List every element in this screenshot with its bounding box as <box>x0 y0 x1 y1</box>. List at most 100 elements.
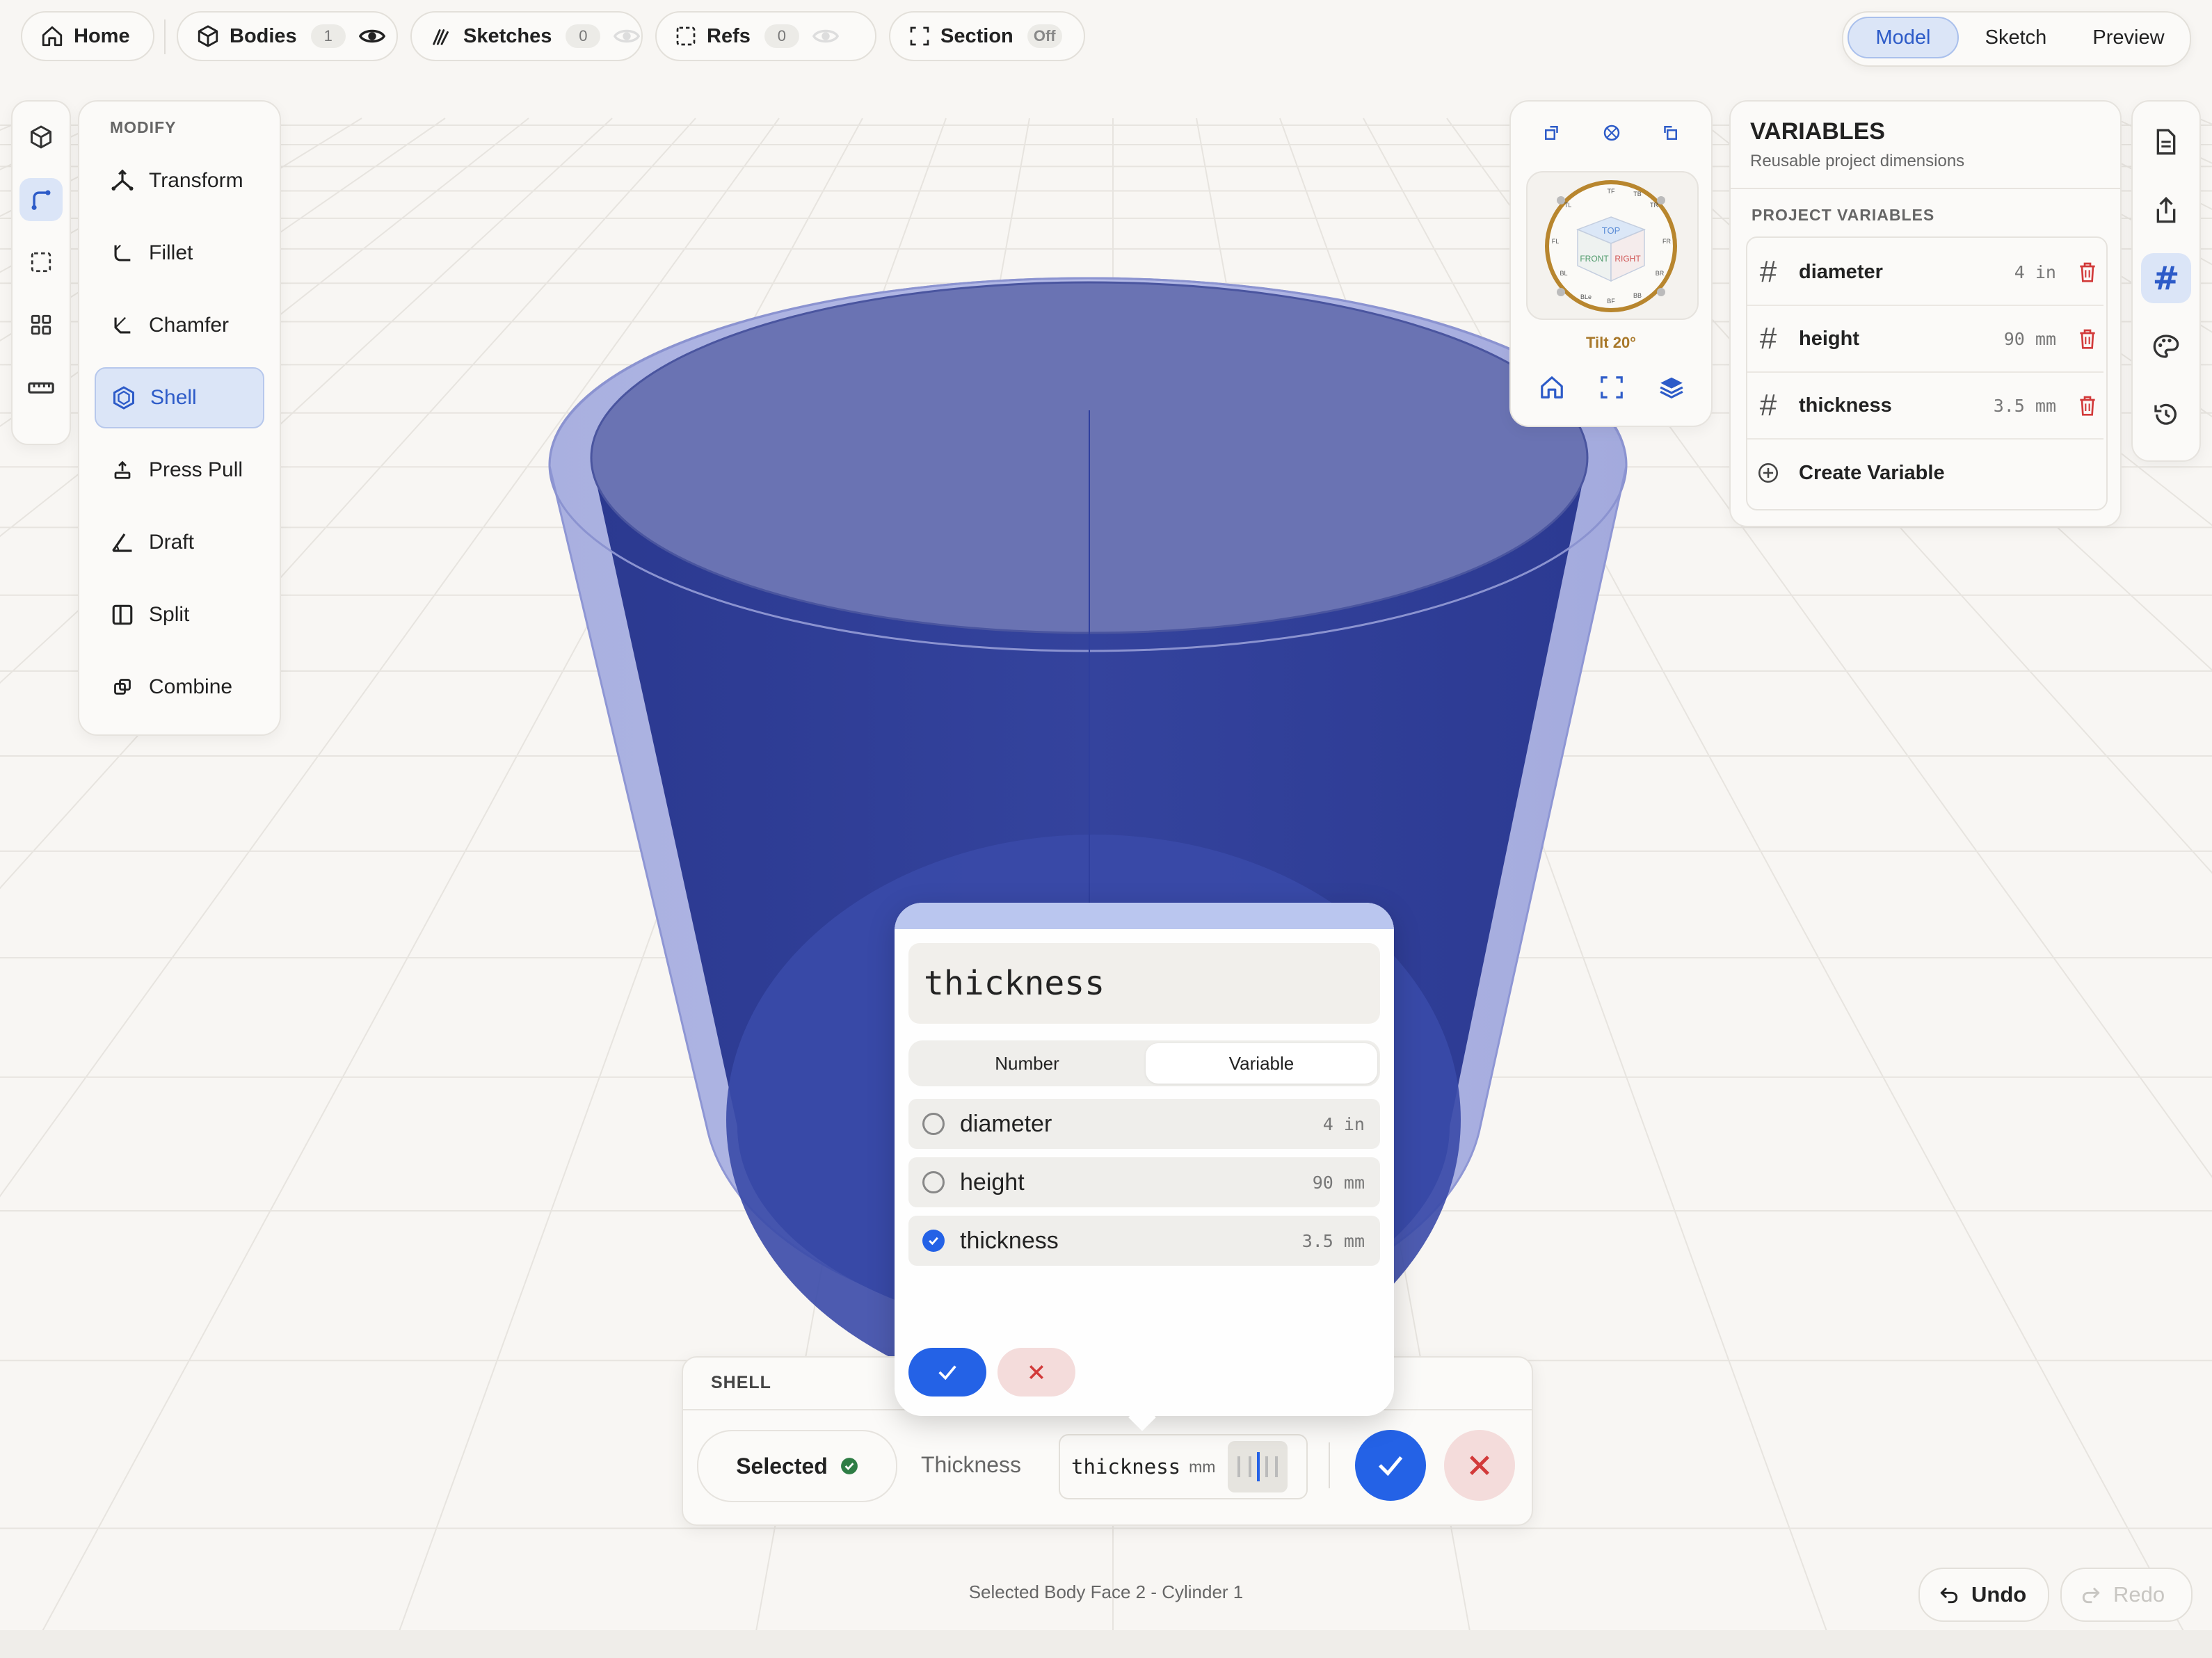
section-label: Section <box>940 24 1013 47</box>
rotate-right-button[interactable] <box>1660 122 1681 143</box>
history-button[interactable] <box>2141 389 2191 440</box>
appearance-button[interactable] <box>2141 321 2191 371</box>
fit-view-icon <box>1598 374 1625 401</box>
create-variable-label: Create Variable <box>1799 461 1945 484</box>
cube-corner-label[interactable]: TB <box>1633 191 1642 198</box>
cube-corner-label[interactable]: TF <box>1608 188 1615 195</box>
cube-handle[interactable] <box>1557 288 1565 296</box>
shell-cancel-button[interactable] <box>1444 1430 1515 1501</box>
shell-confirm-button[interactable] <box>1355 1430 1426 1501</box>
plus-circle-icon <box>1747 461 1789 485</box>
section-state: Off <box>1027 24 1062 48</box>
rail-measure-button[interactable] <box>19 366 63 409</box>
thickness-unit: mm <box>1189 1457 1216 1476</box>
fit-view-button[interactable] <box>1598 374 1625 401</box>
modify-shell-item[interactable]: Shell <box>95 367 264 428</box>
mode-model-tab[interactable]: Model <box>1848 17 1959 58</box>
modify-combine-item[interactable]: Combine <box>95 657 264 718</box>
document-button[interactable] <box>2141 117 2191 167</box>
rotate-left-icon <box>1541 122 1562 143</box>
cube-handle[interactable] <box>1657 288 1665 296</box>
cube-corner-label[interactable]: FR <box>1662 238 1671 245</box>
selection-chip[interactable]: Selected <box>697 1430 897 1502</box>
left-tool-rail <box>11 100 71 445</box>
tab-number[interactable]: Number <box>911 1043 1143 1084</box>
rail-modify-button[interactable] <box>19 178 63 221</box>
cube-corner-label[interactable]: BR <box>1656 270 1665 277</box>
check-icon <box>1375 1449 1406 1481</box>
picker-input[interactable]: thickness <box>908 943 1380 1024</box>
refs-button[interactable]: Refs 0 <box>655 11 876 61</box>
variable-name: thickness <box>1799 394 1892 417</box>
modify-split-item[interactable]: Split <box>95 584 264 645</box>
refs-label: Refs <box>707 24 751 47</box>
palette-icon <box>2152 332 2180 360</box>
undo-button[interactable]: Undo <box>1918 1568 2049 1622</box>
undo-icon <box>1938 1584 1960 1606</box>
variable-row-diameter[interactable]: # diameter 4 in <box>1747 239 2103 306</box>
mode-sketch-tab[interactable]: Sketch <box>1960 17 2071 58</box>
eye-off-icon[interactable] <box>613 26 641 47</box>
variable-toggle[interactable] <box>1228 1441 1288 1492</box>
cube-corner-label[interactable]: BB <box>1633 292 1642 299</box>
cube-corner-label[interactable]: BF <box>1607 298 1615 305</box>
share-button[interactable] <box>2141 185 2191 235</box>
eye-off-icon[interactable] <box>812 26 840 47</box>
eye-icon[interactable] <box>358 26 386 47</box>
picker-confirm-button[interactable] <box>908 1348 986 1397</box>
thickness-input[interactable]: thickness mm <box>1059 1434 1308 1499</box>
rail-create-button[interactable] <box>19 115 63 159</box>
redo-button[interactable]: Redo <box>2060 1568 2193 1622</box>
section-button[interactable]: Section Off <box>889 11 1085 61</box>
mode-switcher: Model Sketch Preview <box>1842 11 2191 67</box>
picker-option-thickness[interactable]: thickness 3.5 mm <box>908 1216 1380 1266</box>
rotate-left-button[interactable] <box>1541 122 1562 143</box>
variable-row-height[interactable]: # height 90 mm <box>1747 306 2103 373</box>
modify-press-pull-item[interactable]: Press Pull <box>95 440 264 501</box>
radio-button[interactable] <box>922 1171 945 1193</box>
check-circle-icon <box>840 1457 858 1475</box>
modify-fillet-item[interactable]: Fillet <box>95 223 264 284</box>
cube-corner-label[interactable]: FL <box>1552 238 1560 245</box>
shell-divider-vertical <box>1329 1442 1330 1488</box>
sketches-label: Sketches <box>463 24 552 47</box>
cube-corner-label[interactable]: BL <box>1560 270 1567 277</box>
trash-icon[interactable] <box>2071 394 2103 417</box>
trash-icon[interactable] <box>2071 328 2103 350</box>
rail-pattern-button[interactable] <box>19 303 63 346</box>
view-cube[interactable]: TOP FRONT RIGHT TF TR FR BR BB BF BL FL … <box>1541 177 1681 316</box>
modify-item-label: Shell <box>150 386 197 409</box>
modify-transform-item[interactable]: Transform <box>95 150 264 211</box>
variable-value: 3.5 mm <box>1993 395 2056 416</box>
picker-option-height[interactable]: height 90 mm <box>908 1157 1380 1207</box>
radio-button-checked[interactable] <box>922 1230 945 1252</box>
create-variable-button[interactable]: Create Variable <box>1747 440 2103 506</box>
orbit-icon <box>1601 122 1622 143</box>
modify-chamfer-item[interactable]: Chamfer <box>95 295 264 356</box>
cube-corner-label[interactable]: BLe <box>1580 293 1592 300</box>
picker-cancel-button[interactable] <box>997 1348 1075 1397</box>
trash-icon[interactable] <box>2071 261 2103 283</box>
sketches-button[interactable]: Sketches 0 <box>410 11 643 61</box>
variable-row-thickness[interactable]: # thickness 3.5 mm <box>1747 373 2103 440</box>
picker-option-diameter[interactable]: diameter 4 in <box>908 1099 1380 1149</box>
radio-button[interactable] <box>922 1113 945 1135</box>
cube-corner-label[interactable]: TL <box>1564 202 1572 209</box>
variables-button[interactable]: # <box>2141 253 2191 303</box>
cube-handle[interactable] <box>1657 196 1665 204</box>
tab-variable[interactable]: Variable <box>1146 1043 1377 1084</box>
variables-panel: VARIABLES Reusable project dimensions PR… <box>1729 100 2122 527</box>
rail-select-button[interactable] <box>19 241 63 284</box>
bodies-button[interactable]: Bodies 1 <box>177 11 398 61</box>
cube-handle[interactable] <box>1557 196 1565 204</box>
cube-corner-label[interactable]: TR <box>1650 202 1658 209</box>
layers-button[interactable] <box>1658 374 1685 401</box>
modify-draft-item[interactable]: Draft <box>95 512 264 573</box>
hash-icon: # <box>1759 255 1777 289</box>
view-home-button[interactable] <box>1539 374 1565 401</box>
orbit-button[interactable] <box>1601 122 1622 143</box>
home-button[interactable]: Home <box>21 11 154 61</box>
mode-preview-tab[interactable]: Preview <box>2073 17 2184 58</box>
home-icon <box>40 24 64 48</box>
variables-divider <box>1731 188 2120 189</box>
